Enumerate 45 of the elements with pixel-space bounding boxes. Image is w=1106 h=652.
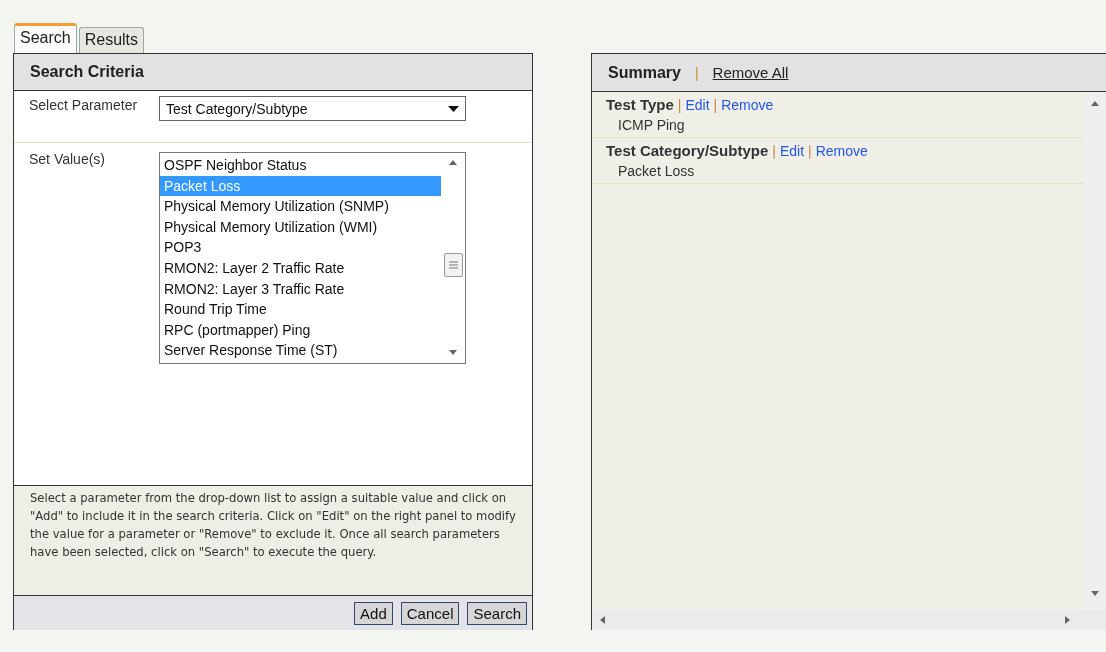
criterion-label: Test Category/Subtype: [606, 142, 769, 159]
tab[interactable]: Results: [78, 27, 145, 53]
list-item[interactable]: RPC (portmapper) Ping: [160, 319, 441, 341]
scroll-left-icon[interactable]: [599, 616, 607, 624]
separator: |: [713, 97, 718, 113]
scroll-right-icon[interactable]: [1064, 616, 1072, 624]
field-label: Select Parameter: [29, 96, 139, 115]
list-item[interactable]: Physical Memory Utilization (WMI): [160, 216, 441, 238]
criterion-link[interactable]: Remove: [721, 97, 774, 113]
panel-title: Summary: [608, 63, 681, 82]
panel-title: Search Criteria: [30, 63, 144, 81]
vertical-scrollbar[interactable]: [1084, 92, 1106, 610]
scroll-thumb[interactable]: [443, 253, 463, 277]
list-item[interactable]: RMON2: Layer 3 Traffic Rate: [160, 278, 441, 300]
scroll-up-icon[interactable]: [1091, 100, 1099, 108]
tab[interactable]: Search: [14, 23, 77, 53]
criterion-link[interactable]: Edit: [779, 143, 805, 159]
list-item[interactable]: Server Response Time (ST): [160, 340, 441, 361]
list-item[interactable]: RMON2: Layer 2 Traffic Rate: [160, 257, 441, 279]
list-item[interactable]: Round Trip Time: [160, 299, 441, 320]
criterion-value: ICMP Ping: [617, 116, 686, 133]
separator: |: [808, 143, 812, 159]
scroll-up-icon[interactable]: [449, 159, 457, 167]
action-button[interactable]: Search: [467, 601, 527, 625]
horizontal-scrollbar[interactable]: [592, 610, 1106, 630]
values-listbox[interactable]: [159, 152, 466, 364]
caret-icon: [448, 105, 459, 112]
help-text: Select a parameter from the drop-down list to assign a suitable value and click on "Add" to include it in the search criteria. Click on "Edit" on the right panel to modify the value for a parameter or "Remove" to exclude it. Once all search parameters have been selected, click on "Search" to execute the query.: [14, 485, 532, 595]
scroll-down-icon[interactable]: [1091, 590, 1099, 598]
separator: |: [677, 97, 682, 113]
list-item[interactable]: POP3: [160, 237, 441, 258]
action-button[interactable]: Add: [354, 601, 393, 625]
criterion-value: Packet Loss: [617, 162, 696, 179]
parameter-dropdown[interactable]: Test Category/Subtype: [159, 96, 466, 121]
separator: |: [694, 64, 699, 81]
separator: |: [772, 143, 776, 159]
field-label: Set Value(s): [29, 150, 106, 169]
criterion-label: Test Type: [606, 96, 674, 113]
action-button[interactable]: Cancel: [400, 601, 460, 625]
list-item[interactable]: OSPF Neighbor Status: [160, 155, 441, 176]
remove-all-link[interactable]: Remove All: [712, 64, 789, 81]
scroll-down-icon[interactable]: [449, 349, 457, 357]
criterion-link[interactable]: Remove: [815, 143, 868, 159]
criterion-link[interactable]: Edit: [685, 97, 710, 113]
list-item[interactable]: Physical Memory Utilization (SNMP): [160, 196, 441, 217]
